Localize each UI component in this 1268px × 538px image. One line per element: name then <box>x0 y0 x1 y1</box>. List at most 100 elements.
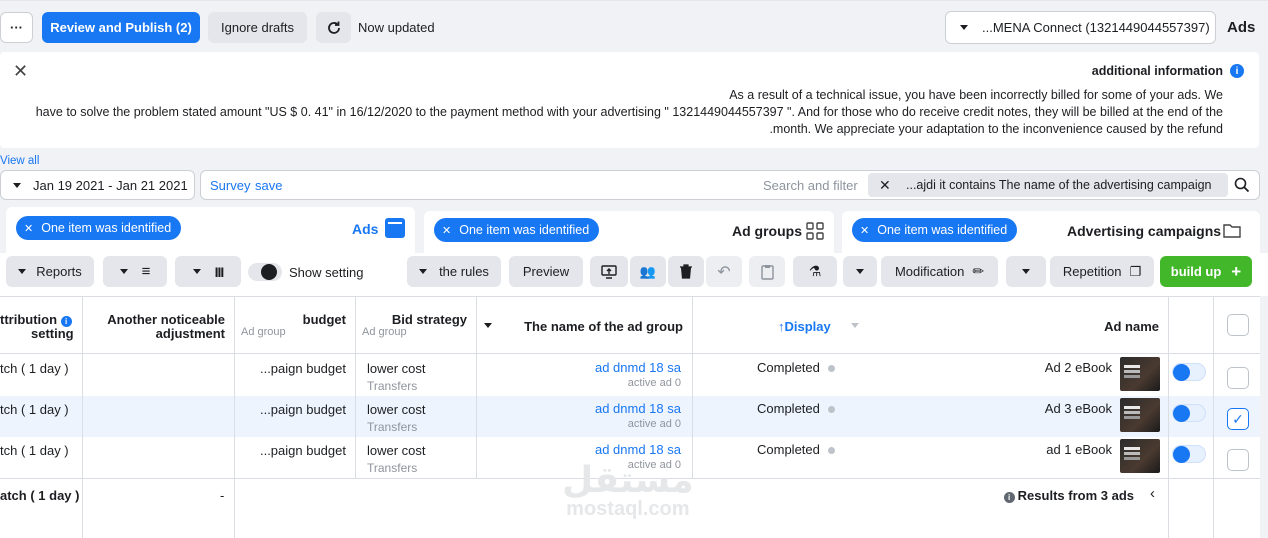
undo-icon: ↶ <box>717 263 731 281</box>
row1-bid-sub: Transfers <box>367 379 418 393</box>
undo-button[interactable]: ↶ <box>706 256 742 287</box>
chevron-down-icon <box>1022 269 1030 274</box>
chevron-down-icon <box>18 269 27 274</box>
survey-link[interactable]: Survey <box>210 178 250 193</box>
row1-ad-name[interactable]: Ad 2 eBook <box>1045 360 1112 375</box>
account-selector[interactable]: ...MENA Connect (1321449044557397) <box>945 11 1216 44</box>
col-ad-name[interactable]: Ad name <box>1104 319 1159 334</box>
more-options-button[interactable]: ··· <box>0 12 33 43</box>
row1-adgroup-link[interactable]: ad dnmd 18 sa <box>595 360 681 375</box>
plus-icon: + <box>1231 261 1242 281</box>
row2-budget: ...paign budget <box>259 402 346 417</box>
rules-label: the rules <box>439 264 489 279</box>
row2-attribution: tch ( 1 day ) <box>0 402 69 417</box>
col-bid-strategy[interactable]: Bid strategy <box>392 312 467 327</box>
columns-button[interactable]: III <box>175 256 241 287</box>
col-attribution[interactable]: ttribution i <box>0 312 72 327</box>
save-link[interactable]: save <box>255 178 282 193</box>
ad-thumbnail <box>1120 439 1160 473</box>
row1-bid: lower cost <box>367 361 426 376</box>
row3-active-toggle[interactable] <box>1172 445 1206 463</box>
search-filter-box[interactable]: Survey save Search and filter ✕ ...ajdi … <box>200 170 1260 200</box>
filter-chip-label: ...ajdi it contains The name of the adve… <box>906 178 1212 192</box>
row3-checkbox[interactable] <box>1227 449 1249 471</box>
select-all-checkbox[interactable] <box>1227 314 1249 336</box>
row2-adgroup-link[interactable]: ad dnmd 18 sa <box>595 401 681 416</box>
filter-bar: Jan 19 2021 - Jan 21 2021 Survey save Se… <box>0 170 1268 200</box>
columns-icon: III <box>214 263 225 280</box>
row3-adgroup-sub: active ad 0 <box>627 459 681 471</box>
breakdown-button[interactable]: ≡ <box>103 256 167 287</box>
row3-display: Completed <box>757 442 835 457</box>
ignore-drafts-button[interactable]: Ignore drafts <box>208 12 307 43</box>
row1-checkbox[interactable] <box>1227 367 1249 389</box>
audience-button[interactable]: 👥 <box>630 256 666 287</box>
ad-thumbnail <box>1120 398 1160 432</box>
refresh-button[interactable] <box>316 12 351 43</box>
chevron-down-icon <box>960 25 968 30</box>
row1-budget: ...paign budget <box>259 361 346 376</box>
col-budget[interactable]: budget <box>303 312 346 327</box>
delete-button[interactable] <box>668 256 704 287</box>
row3-ad-name[interactable]: ad 1 eBook <box>1046 442 1112 457</box>
build-up-button[interactable]: build up + <box>1160 256 1252 287</box>
trash-icon <box>680 264 692 279</box>
info-icon: i <box>1230 64 1244 78</box>
billing-notice: ✕ additional information i As a result o… <box>0 52 1259 148</box>
tab-ad-groups[interactable]: ✕ One item was identified Ad groups <box>424 211 834 253</box>
selection-pill[interactable]: ✕ One item was identified <box>16 216 182 240</box>
col-adgroup-name[interactable]: The name of the ad group <box>524 319 683 334</box>
close-icon[interactable]: ✕ <box>13 61 28 82</box>
preview-button[interactable]: Preview <box>509 256 583 287</box>
selection-pill[interactable]: ✕ One item was identified <box>852 218 1018 242</box>
clear-selection-icon[interactable]: ✕ <box>860 224 869 237</box>
reports-button[interactable]: Reports <box>6 256 94 287</box>
col-adjustment-line2: adjustment <box>155 326 225 341</box>
repetition-label: Repetition <box>1062 264 1122 279</box>
reports-label: Reports <box>36 264 82 279</box>
ads-icon <box>385 218 405 238</box>
show-setting-toggle[interactable] <box>248 263 282 281</box>
row2-active-toggle[interactable] <box>1172 404 1206 422</box>
col-display[interactable]: ↑Display <box>778 319 831 334</box>
clear-selection-icon[interactable]: ✕ <box>442 224 451 237</box>
col-budget-sub: Ad group <box>241 326 286 338</box>
export-button[interactable] <box>590 256 628 287</box>
test-button[interactable]: ⚗ <box>793 256 837 287</box>
row1-display: Completed <box>757 360 835 375</box>
tab-campaigns[interactable]: ✕ One item was identified Advertising cam… <box>842 211 1260 253</box>
grid-icon <box>806 222 824 240</box>
row3-adgroup-link[interactable]: ad dnmd 18 sa <box>595 442 681 457</box>
chevron-left-icon[interactable]: ‹ <box>1150 485 1155 502</box>
modification-dropdown[interactable] <box>843 256 877 287</box>
row2-adgroup-sub: active ad 0 <box>627 418 681 430</box>
date-range-selector[interactable]: Jan 19 2021 - Jan 21 2021 <box>0 170 195 200</box>
tab-ads[interactable]: ✕ One item was identified Ads <box>6 207 415 253</box>
remove-filter-icon[interactable]: ✕ <box>879 177 891 194</box>
clear-selection-icon[interactable]: ✕ <box>24 222 33 235</box>
modification-button[interactable]: Modification ✏ <box>881 256 998 287</box>
row2-ad-name[interactable]: Ad 3 eBook <box>1045 401 1112 416</box>
filter-chip[interactable]: ✕ ...ajdi it contains The name of the ad… <box>868 173 1228 197</box>
repetition-dropdown[interactable] <box>1006 256 1046 287</box>
ads-table: ttribution i setting Another noticeable … <box>0 296 1260 538</box>
chevron-down-icon[interactable] <box>851 323 859 328</box>
repetition-button[interactable]: Repetition ❐ <box>1050 256 1154 287</box>
rules-button[interactable]: the rules <box>407 256 501 287</box>
row3-attribution: tch ( 1 day ) <box>0 443 69 458</box>
clipboard-button[interactable] <box>749 256 785 287</box>
ad-thumbnail <box>1120 357 1160 391</box>
view-all-link[interactable]: View all <box>0 155 39 167</box>
row2-checkbox[interactable]: ✓ <box>1227 408 1249 430</box>
info-icon: i <box>1003 492 1015 503</box>
search-input[interactable]: Search and filter <box>763 178 858 193</box>
selection-pill[interactable]: ✕ One item was identified <box>434 218 600 242</box>
flask-icon: ⚗ <box>808 263 822 279</box>
col-adjustment[interactable]: Another noticeable <box>107 312 225 327</box>
review-publish-button[interactable]: Review and Publish (2) <box>42 12 200 43</box>
tab-ad-groups-label: Ad groups <box>732 223 802 239</box>
row1-active-toggle[interactable] <box>1172 363 1206 381</box>
chevron-down-icon <box>119 269 128 274</box>
search-icon[interactable] <box>1234 177 1250 193</box>
sort-dropdown-icon[interactable] <box>484 323 492 328</box>
